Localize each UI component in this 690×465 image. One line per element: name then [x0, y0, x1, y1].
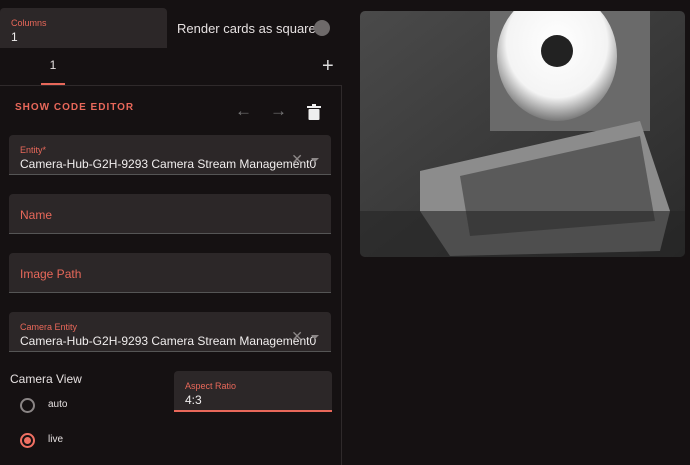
camera-preview-image: [360, 11, 685, 257]
camera-view-label: Camera View: [10, 372, 82, 386]
image-path-placeholder: Image Path: [20, 267, 82, 281]
plus-icon[interactable]: +: [322, 55, 334, 78]
aspect-ratio-field[interactable]: Aspect Ratio 4:3: [174, 371, 332, 412]
radio-auto-label: auto: [48, 399, 68, 410]
show-code-editor-button[interactable]: SHOW CODE EDITOR: [15, 102, 134, 113]
clear-icon[interactable]: ✕: [291, 151, 303, 168]
square-toggle-label: Render cards as squares: [177, 21, 323, 36]
aspect-ratio-label: Aspect Ratio: [185, 381, 237, 391]
dropdown-arrow-icon[interactable]: [311, 334, 319, 339]
camera-entity-label: Camera Entity: [20, 322, 78, 332]
camera-entity-field[interactable]: Camera Entity Camera-Hub-G2H-9293 Camera…: [9, 312, 331, 352]
image-path-field[interactable]: Image Path: [9, 253, 331, 293]
tab-1[interactable]: 1: [41, 58, 65, 85]
columns-label: Columns: [11, 18, 47, 28]
name-placeholder: Name: [20, 208, 53, 222]
camera-entity-value: Camera-Hub-G2H-9293 Camera Stream Manage…: [20, 334, 317, 348]
entity-field[interactable]: Entity* Camera-Hub-G2H-9293 Camera Strea…: [9, 135, 331, 175]
arrow-left-icon[interactable]: ←: [235, 101, 252, 121]
trash-icon[interactable]: [307, 104, 321, 120]
aspect-ratio-value: 4:3: [185, 393, 202, 407]
tab-label: 1: [49, 58, 57, 72]
clear-icon[interactable]: ✕: [291, 328, 303, 345]
radio-live[interactable]: [20, 433, 35, 448]
entity-value: Camera-Hub-G2H-9293 Camera Stream Manage…: [20, 157, 317, 171]
square-toggle[interactable]: [314, 20, 330, 36]
columns-field[interactable]: Columns 1: [0, 8, 167, 48]
radio-auto[interactable]: [20, 398, 35, 413]
name-field[interactable]: Name: [9, 194, 331, 234]
entity-label: Entity*: [20, 145, 47, 155]
columns-value: 1: [11, 30, 18, 44]
radio-live-label: live: [48, 434, 64, 445]
arrow-right-icon[interactable]: →: [270, 101, 287, 121]
dropdown-arrow-icon[interactable]: [311, 157, 319, 162]
